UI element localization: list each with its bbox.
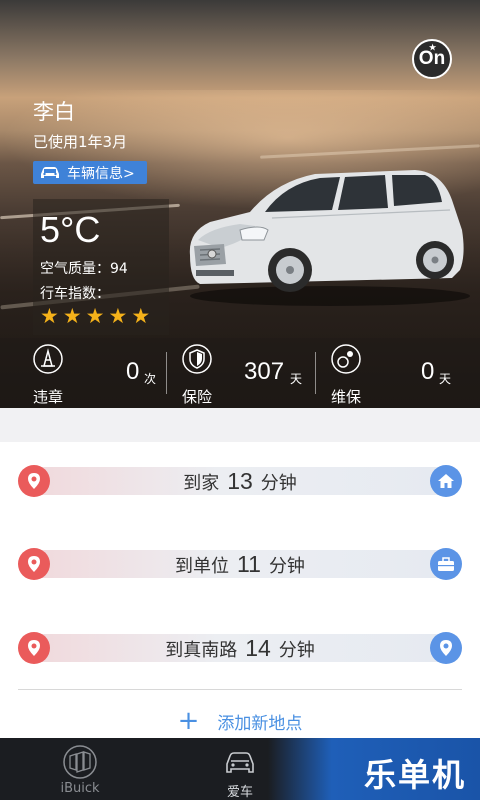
usage-duration: 已使用1年3月 [33, 133, 128, 151]
location-pin-icon [430, 632, 462, 664]
destination-name: 到家 [183, 473, 220, 494]
destination-unit: 分钟 [260, 473, 297, 494]
star-icon: ★ [429, 43, 437, 52]
watermark: 乐单机 [268, 738, 480, 800]
stat-unit: 次 [144, 372, 157, 386]
driving-index-stars: ★ ★ ★ ★ ★ [40, 306, 150, 327]
briefcase-icon [430, 548, 462, 580]
star-icon: ★ [62, 304, 82, 328]
star-icon: ★ [131, 304, 151, 328]
car-icon [226, 752, 254, 773]
stat-label: 违章 [33, 388, 64, 406]
stat-maintenance[interactable]: 维保 0 天 [331, 338, 455, 408]
destination-custom[interactable]: 到真南路 14 分钟 [18, 632, 462, 664]
air-quality: 空气质量：94 [40, 261, 128, 277]
destination-text: 到家 13 分钟 [18, 465, 462, 497]
hero-banner: ★ On 李白 已使用1年3月 车辆信息> 5°C 空气质量：94 行车指数： … [0, 0, 480, 408]
buick-logo-icon [63, 745, 97, 779]
stat-value: 0 [126, 358, 140, 385]
destination-unit: 分钟 [278, 640, 315, 661]
maintenance-icon [331, 344, 361, 374]
vehicle-info-label: 车辆信息> [67, 165, 135, 182]
weather-card: 5°C 空气质量：94 行车指数： ★ ★ ★ ★ ★ [33, 199, 169, 335]
destination-minutes: 13 [227, 468, 253, 494]
temperature: 5°C [40, 209, 101, 250]
watermark-logo: 乐单机 [363, 756, 466, 794]
destination-text: 到单位 11 分钟 [18, 548, 462, 580]
car-icon [41, 166, 59, 178]
stats-bar: 违章 0 次 保险 307 天 维保 0 天 [0, 338, 480, 408]
section-gap [0, 408, 480, 442]
add-place-label: 添加新地点 [217, 713, 303, 734]
stat-value: 0 [421, 358, 435, 385]
destination-minutes: 11 [237, 551, 261, 577]
star-icon: ★ [40, 304, 59, 328]
stat-label: 保险 [182, 388, 213, 406]
home-icon [430, 465, 462, 497]
destination-work[interactable]: 到单位 11 分钟 [18, 548, 462, 580]
star-icon: ★ [108, 304, 128, 328]
plus-icon: + [177, 706, 200, 736]
user-name: 李白 [33, 100, 75, 124]
destination-unit: 分钟 [268, 556, 305, 577]
destination-name: 到真南路 [165, 640, 238, 661]
star-icon: ★ [85, 304, 105, 328]
onstar-button[interactable]: ★ On [412, 39, 452, 79]
stat-unit: 天 [439, 372, 452, 386]
driving-index-label: 行车指数： [40, 286, 110, 302]
stat-violations[interactable]: 违章 0 次 [33, 338, 157, 408]
shield-icon [182, 344, 212, 374]
stat-value: 307 [244, 358, 285, 385]
stat-label: 维保 [331, 388, 362, 406]
destination-name: 到单位 [175, 556, 230, 577]
destination-text: 到真南路 14 分钟 [18, 632, 462, 664]
add-place-button[interactable]: + 添加新地点 [0, 708, 480, 734]
car-image [189, 170, 470, 306]
destination-home[interactable]: 到家 13 分钟 [18, 465, 462, 497]
tab-ibuick[interactable]: iBuick [20, 738, 140, 800]
stat-unit: 天 [290, 372, 303, 386]
tab-label: iBuick [60, 781, 100, 796]
traffic-cone-icon [33, 344, 63, 374]
divider [315, 352, 316, 394]
vehicle-info-button[interactable]: 车辆信息> [33, 161, 147, 184]
divider [166, 352, 167, 394]
destination-minutes: 14 [245, 635, 271, 661]
divider [18, 689, 462, 690]
stat-insurance[interactable]: 保险 307 天 [182, 338, 306, 408]
